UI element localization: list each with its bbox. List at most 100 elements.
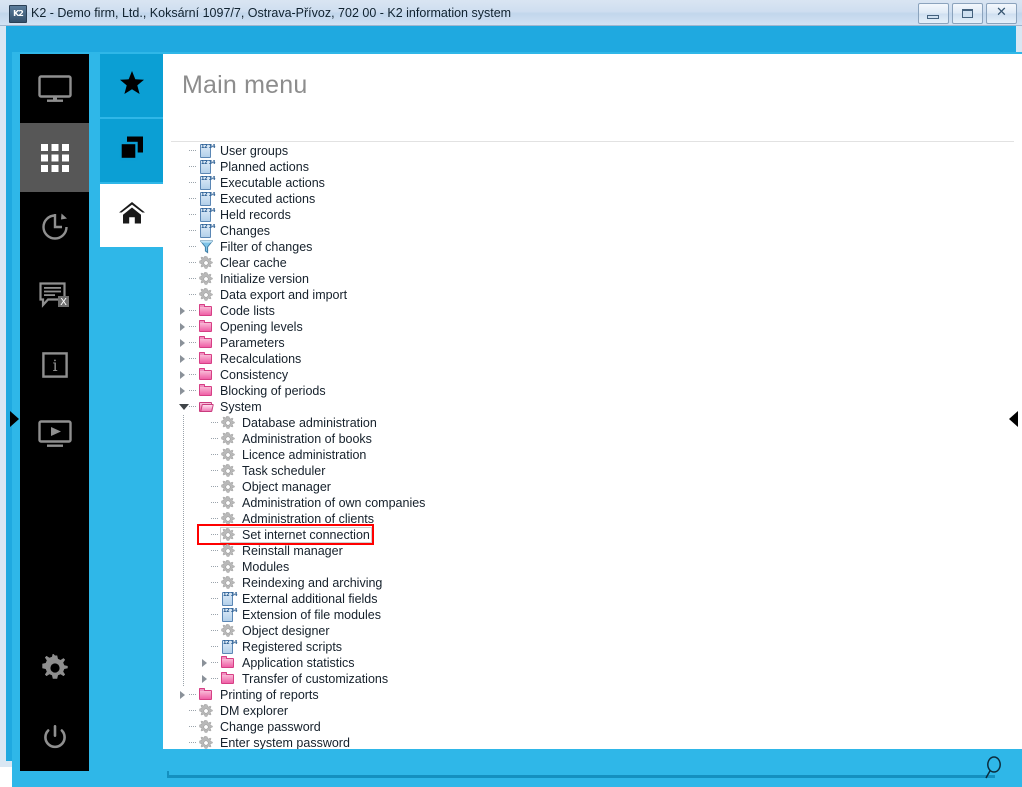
tree-item[interactable]: Reinstall manager	[171, 543, 991, 559]
tree-item[interactable]: Initialize version	[171, 271, 991, 287]
tree-twisty-placeholder	[178, 271, 189, 287]
tree-item-label: System	[220, 400, 262, 414]
tree-guide-line	[183, 479, 184, 495]
tree-item[interactable]: Recalculations	[171, 351, 991, 367]
tree-elbow	[189, 383, 198, 399]
sidebar-collapse-arrow[interactable]	[10, 411, 19, 427]
tree-item-label: Administration of own companies	[242, 496, 426, 510]
tree-item[interactable]: 12 34 Planned actions	[171, 159, 991, 175]
tree-twisty-placeholder	[200, 447, 211, 463]
chevron-right-icon[interactable]	[178, 319, 189, 335]
chevron-right-icon[interactable]	[178, 687, 189, 703]
tree-item[interactable]: Modules	[171, 559, 991, 575]
favorites-tile[interactable]	[100, 54, 163, 117]
tree-item[interactable]: 12 34 Extension of file modules	[171, 607, 991, 623]
tree-item[interactable]: Administration of clients	[171, 511, 991, 527]
chevron-right-icon[interactable]	[178, 303, 189, 319]
tree-item[interactable]: 12 34 User groups	[171, 143, 991, 159]
tree-item[interactable]: System	[171, 399, 991, 415]
document-number-icon: 12 34	[198, 191, 215, 207]
window-title: K2 - Demo firm, Ltd., Koksární 1097/7, O…	[31, 6, 512, 20]
chevron-right-icon[interactable]	[200, 655, 211, 671]
tree-item[interactable]: Object designer	[171, 623, 991, 639]
tree-item[interactable]: 12 34 Executed actions	[171, 191, 991, 207]
document-number-glyph: 12 34	[201, 144, 216, 150]
menu-tree[interactable]: 12 34 User groups 12 34 Planned actions 12 3…	[171, 143, 991, 777]
windows-tile[interactable]	[100, 119, 163, 182]
tree-elbow	[189, 719, 198, 735]
chevron-right-icon[interactable]	[200, 671, 211, 687]
tree-item[interactable]: 12 34 Held records	[171, 207, 991, 223]
rail-item-media[interactable]	[20, 399, 89, 468]
tree-item[interactable]: Administration of books	[171, 431, 991, 447]
power-icon	[41, 723, 69, 751]
search-input[interactable]	[169, 755, 993, 777]
document-number-glyph: 12 34	[223, 608, 238, 614]
rail-item-info[interactable]: i	[20, 330, 89, 399]
chevron-down-icon[interactable]	[178, 399, 189, 415]
tree-item[interactable]: Administration of own companies	[171, 495, 991, 511]
tree-elbow	[211, 639, 220, 655]
close-button[interactable]: ✕	[986, 3, 1017, 24]
minimize-button[interactable]	[918, 3, 949, 24]
maximize-button[interactable]	[952, 3, 983, 24]
panel-collapse-arrow[interactable]	[1009, 411, 1018, 427]
rail-item-settings[interactable]	[20, 633, 89, 702]
gear-icon	[220, 527, 236, 543]
rail-item-power[interactable]	[20, 702, 89, 771]
tree-item[interactable]: Blocking of periods	[171, 383, 991, 399]
chevron-right-icon[interactable]	[178, 351, 189, 367]
tree-twisty-placeholder	[178, 191, 189, 207]
window-frame: X i Main menu 12 34 User groups 12 34 Pl…	[0, 26, 1022, 787]
tree-item[interactable]: Data export and import	[171, 287, 991, 303]
tree-item[interactable]: Parameters	[171, 335, 991, 351]
tree-guide-line	[183, 607, 184, 623]
document-number-icon: 12 34	[220, 639, 237, 655]
tree-item[interactable]: Consistency	[171, 367, 991, 383]
tree-item[interactable]: Filter of changes	[171, 239, 991, 255]
tree-item[interactable]: Reindexing and archiving	[171, 575, 991, 591]
tree-item[interactable]: Transfer of customizations	[171, 671, 991, 687]
tree-twisty-placeholder	[200, 591, 211, 607]
tree-item[interactable]: Object manager	[171, 479, 991, 495]
folder-icon	[198, 351, 214, 367]
tree-item[interactable]: Licence administration	[171, 447, 991, 463]
minimize-icon	[927, 15, 939, 19]
home-tile[interactable]	[100, 184, 163, 247]
tree-elbow	[211, 511, 220, 527]
chevron-right-icon[interactable]	[178, 335, 189, 351]
tree-item[interactable]: DM explorer	[171, 703, 991, 719]
tree-elbow	[189, 191, 198, 207]
rail-item-history[interactable]	[20, 192, 89, 261]
tree-item[interactable]: Change password	[171, 719, 991, 735]
tree-twisty-placeholder	[178, 143, 189, 159]
tree-item[interactable]: Code lists	[171, 303, 991, 319]
search-icon[interactable]	[982, 755, 1008, 786]
tree-item[interactable]: Opening levels	[171, 319, 991, 335]
rail-item-modules[interactable]	[20, 123, 89, 192]
tree-item[interactable]: Database administration	[171, 415, 991, 431]
tree-item-label: Application statistics	[242, 656, 355, 670]
tree-twisty-placeholder	[178, 239, 189, 255]
tree-item[interactable]: 12 34 Executable actions	[171, 175, 991, 191]
tree-item[interactable]: Application statistics	[171, 655, 991, 671]
tree-item[interactable]: Clear cache	[171, 255, 991, 271]
tree-item[interactable]: 12 34 Registered scripts	[171, 639, 991, 655]
tree-elbow	[189, 159, 198, 175]
chevron-right-icon[interactable]	[178, 383, 189, 399]
document-number-glyph: 12 34	[223, 592, 238, 598]
chevron-right-icon[interactable]	[178, 367, 189, 383]
folder-icon	[220, 655, 236, 671]
tree-item-label: Blocking of periods	[220, 384, 326, 398]
tree-item[interactable]: 12 34 External additional fields	[171, 591, 991, 607]
folder-icon	[198, 335, 214, 351]
rail-item-messages[interactable]: X	[20, 261, 89, 330]
tree-item[interactable]: Task scheduler	[171, 463, 991, 479]
folder-icon	[198, 303, 214, 319]
folder-icon	[198, 367, 214, 383]
tree-item[interactable]: 12 34 Changes	[171, 223, 991, 239]
rail-item-monitor[interactable]	[20, 54, 89, 123]
tree-item[interactable]: Set internet connection	[171, 527, 991, 543]
tree-item[interactable]: Printing of reports	[171, 687, 991, 703]
document-number-glyph: 12 34	[201, 224, 216, 230]
